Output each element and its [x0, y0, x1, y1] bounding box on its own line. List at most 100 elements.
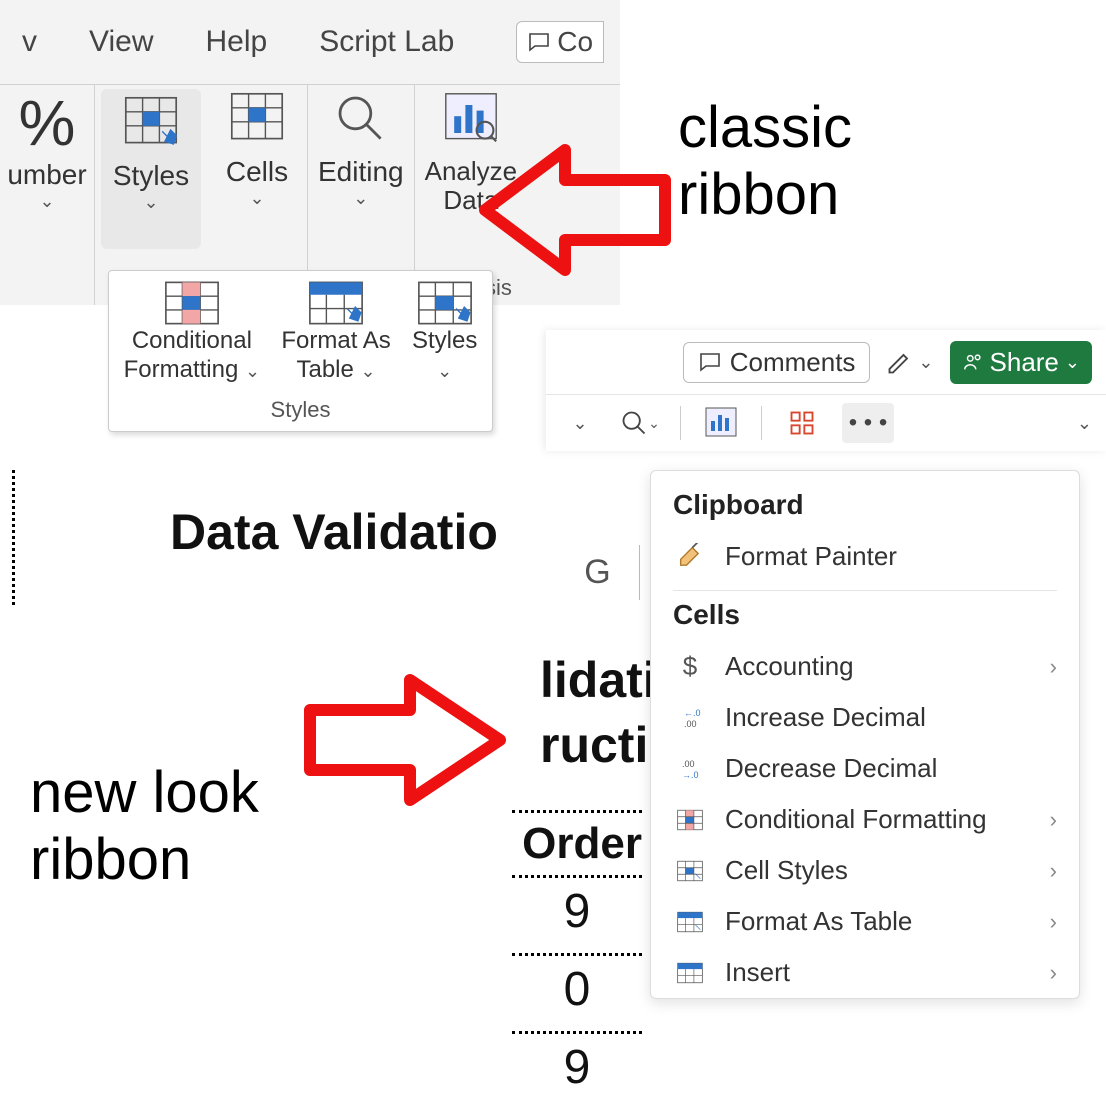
annotation-newlook: new lookribbon: [30, 760, 259, 893]
chevron-down-icon: ⌄: [918, 352, 933, 373]
accounting-item[interactable]: $ Accounting ›: [651, 641, 1079, 692]
format-as-table-item[interactable]: Format As Table ›: [651, 896, 1079, 947]
editing-label: Editing: [318, 156, 404, 188]
comments-label-clip: Co: [557, 26, 593, 58]
percent-button[interactable]: %: [7, 91, 87, 155]
insert-item[interactable]: Insert ›: [651, 947, 1079, 998]
tab-view[interactable]: View: [79, 19, 163, 65]
svg-text:.00: .00: [682, 759, 695, 769]
cell-styles-item[interactable]: Cell Styles ›: [651, 845, 1079, 896]
cells-icon: [229, 91, 285, 147]
chevron-down-icon: ⌄: [1077, 413, 1092, 434]
conditional-formatting-button[interactable]: Conditional Formatting ⌄: [124, 281, 260, 385]
grid-apps-icon: [788, 409, 816, 437]
format-as-table-button[interactable]: Format As Table ⌄: [281, 281, 390, 385]
ribbon-expand-button[interactable]: ⌄: [1077, 413, 1092, 434]
ellipsis-icon: • • •: [849, 409, 888, 437]
number-label-clip: umber: [7, 159, 86, 191]
chevron-right-icon: ›: [1050, 654, 1057, 680]
conditional-formatting-icon: [673, 809, 707, 831]
table-cell[interactable]: 9: [512, 878, 642, 956]
tab-prev-clip[interactable]: v: [12, 19, 47, 65]
svg-text:←.0: ←.0: [684, 708, 701, 718]
table-cell[interactable]: 0: [512, 956, 642, 1034]
insert-label: Insert: [725, 957, 790, 988]
cell-styles-icon: [673, 860, 707, 882]
svg-text:.00: .00: [684, 719, 697, 729]
dotted-border: [12, 470, 15, 605]
format-as-table-icon: [673, 911, 707, 933]
chevron-down-icon: ⌄: [353, 188, 368, 209]
titlebar-right: Comments ⌄ Share ⌄: [546, 330, 1106, 394]
search-icon: [620, 409, 648, 437]
divider: [680, 406, 681, 440]
accounting-label: Accounting: [725, 651, 854, 682]
comment-icon: [698, 350, 722, 374]
more-commands-button[interactable]: • • •: [842, 403, 894, 443]
chevron-down-icon[interactable]: ⌄: [39, 191, 54, 212]
styles-button[interactable]: Styles ⌄: [101, 89, 201, 249]
apps-button[interactable]: [782, 403, 822, 443]
arrow-right-icon: [290, 660, 520, 820]
increase-decimal-label: Increase Decimal: [725, 702, 926, 733]
decrease-decimal-icon: .00→.0: [673, 758, 707, 780]
fat-l2: Table: [296, 356, 353, 383]
format-as-table-icon: [308, 281, 364, 325]
conditional-formatting-icon: [164, 281, 220, 325]
arrow-left-icon: [465, 130, 685, 290]
dollar-icon: $: [673, 651, 707, 682]
divider: [761, 406, 762, 440]
menu-section-clipboard: Clipboard: [651, 489, 1079, 531]
increase-decimal-item[interactable]: ←.0.00 Increase Decimal: [651, 692, 1079, 743]
styles-label: Styles: [113, 160, 189, 192]
chevron-down-icon: ⌄: [245, 361, 260, 381]
fat-l1: Format As: [281, 327, 390, 354]
table-cell[interactable]: 9: [512, 1034, 642, 1109]
number-group: % umber ⌄: [0, 85, 95, 305]
decrease-decimal-label: Decrease Decimal: [725, 753, 937, 784]
conditional-formatting-item[interactable]: Conditional Formatting ›: [651, 794, 1079, 845]
svg-text:→.0: →.0: [682, 770, 699, 780]
pencil-icon: [886, 348, 914, 376]
format-as-table-label: Format As Table: [725, 906, 912, 937]
cell-styles-button[interactable]: Styles ⌄: [412, 281, 477, 385]
comment-icon: [527, 30, 551, 54]
styles-flyout: Conditional Formatting ⌄ Format As Table…: [108, 270, 493, 432]
analyze-data-button-new[interactable]: [701, 403, 741, 443]
editing-mode-button[interactable]: ⌄: [886, 348, 933, 376]
chevron-right-icon: ›: [1050, 960, 1057, 986]
format-painter-label: Format Painter: [725, 541, 897, 572]
tab-help[interactable]: Help: [195, 19, 277, 65]
people-icon: [962, 351, 984, 373]
flyout-footer: Styles: [109, 389, 492, 431]
cf-label: Conditional Formatting: [725, 804, 987, 835]
tab-script-lab[interactable]: Script Lab: [309, 19, 464, 65]
ribbon-tabs: v View Help Script Lab Co: [0, 0, 620, 85]
comments-label: Comments: [730, 347, 856, 378]
overflow-menu: Clipboard Format Painter Cells $ Account…: [650, 470, 1080, 999]
share-button[interactable]: Share ⌄: [950, 341, 1092, 384]
format-painter-icon: [673, 543, 707, 571]
decrease-decimal-item[interactable]: .00→.0 Decrease Decimal: [651, 743, 1079, 794]
comments-button-clip[interactable]: Co: [516, 21, 604, 63]
dropdown-clip[interactable]: ⌄: [560, 403, 600, 443]
chevron-down-icon: ⌄: [249, 188, 264, 209]
find-button[interactable]: ⌄: [620, 403, 660, 443]
order-column: Order 9 0 9: [512, 810, 642, 1109]
column-header-g[interactable]: G: [556, 545, 640, 600]
chevron-right-icon: ›: [1050, 858, 1057, 884]
format-painter-item[interactable]: Format Painter: [651, 531, 1079, 582]
doc-heading-clip: Data Validatio: [170, 505, 498, 560]
simplified-ribbon-toolbar: ⌄ ⌄ • • • ⌄: [546, 394, 1106, 451]
cf-l1: Conditional: [132, 327, 252, 354]
comments-button[interactable]: Comments: [683, 342, 871, 383]
share-label: Share: [990, 347, 1059, 378]
annotation-classic: classicribbon: [678, 95, 852, 228]
chevron-down-icon: ⌄: [361, 361, 376, 381]
menu-section-cells: Cells: [651, 599, 1079, 641]
percent-icon: %: [7, 91, 87, 155]
cf-l2: Formatting: [124, 356, 239, 383]
order-header-cell[interactable]: Order: [512, 810, 642, 878]
chevron-down-icon: ⌄: [1065, 352, 1080, 373]
styles-icon: [123, 95, 179, 151]
